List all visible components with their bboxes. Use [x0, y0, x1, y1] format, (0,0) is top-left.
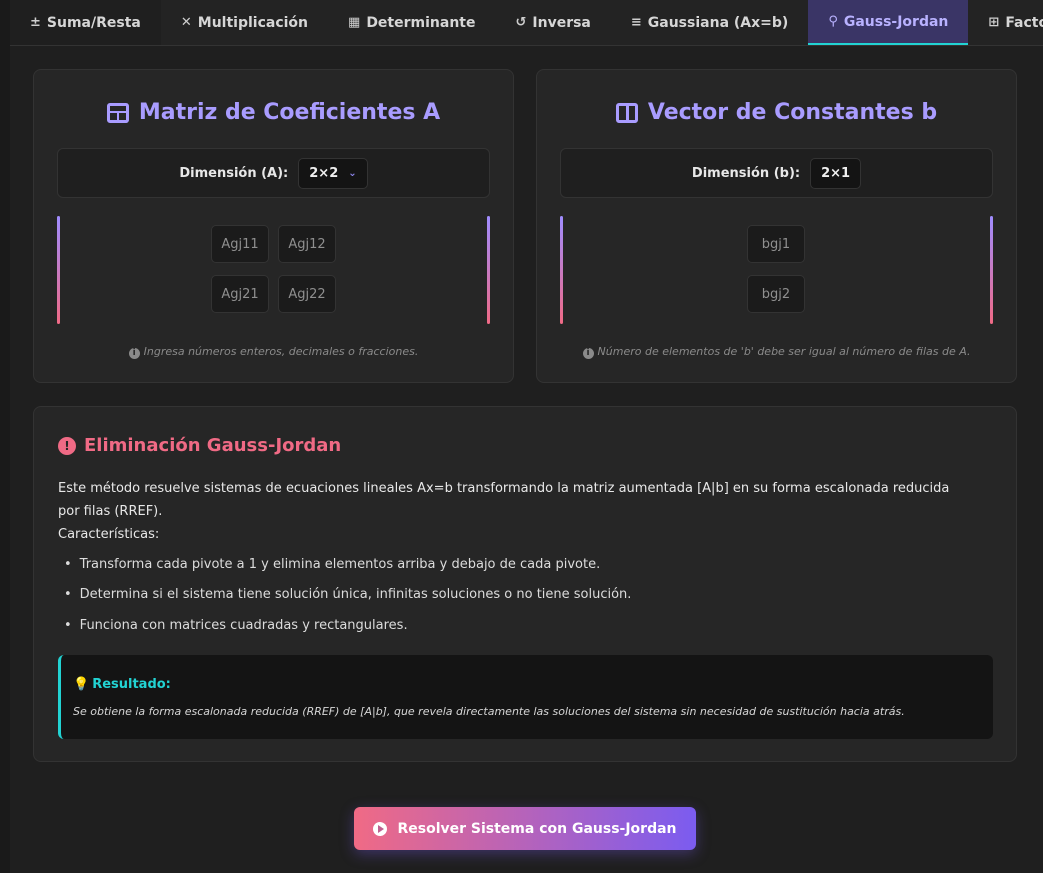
- tab-bar: ± Suma/Resta ✕ Multiplicación ▦ Determin…: [10, 0, 1043, 46]
- tab-determinante[interactable]: ▦ Determinante: [328, 0, 496, 45]
- result-text: Se obtiene la forma escalonada reducida …: [73, 705, 905, 718]
- result-box: 💡 Resultado: Se obtiene la forma escalon…: [58, 655, 993, 739]
- method-description: Este método resuelve sistemas de ecuacio…: [58, 477, 958, 546]
- method-info-card: ! Eliminación Gauss-Jordan Este método r…: [33, 406, 1017, 762]
- hint-text: Número de elementos de 'b' debe ser igua…: [597, 345, 971, 358]
- tab-gauss-jordan[interactable]: ⚲ Gauss-Jordan: [808, 0, 969, 45]
- dimension-value: 2×1: [821, 165, 851, 181]
- play-circle-icon: [373, 821, 388, 836]
- matrix-a-cell-21[interactable]: Agj21: [211, 275, 269, 313]
- vector-b-card: Vector de Constantes b Dimensión (b): 2×…: [536, 69, 1017, 383]
- vector-b-dimension-bar: Dimensión (b): 2×1: [560, 148, 993, 198]
- tab-label: Gaussiana (Ax=b): [647, 14, 789, 31]
- hint-text: Ingresa números enteros, decimales o fra…: [143, 345, 419, 358]
- lightbulb-icon: 💡: [73, 677, 90, 692]
- table-icon: ⊞: [988, 15, 1000, 30]
- exclamation-circle-icon: !: [58, 436, 76, 455]
- chevron-down-icon: ⌄: [348, 167, 357, 179]
- vector-b-title-text: Vector de Constantes b: [647, 100, 938, 125]
- matrix-a-dimension-select[interactable]: 2×2 ⌄: [298, 157, 368, 189]
- tab-label: Determinante: [366, 14, 476, 31]
- vector-b-title: Vector de Constantes b: [537, 100, 1016, 125]
- plus-minus-icon: ±: [30, 15, 41, 30]
- columns-icon: [615, 102, 638, 123]
- info-circle-icon: i: [582, 348, 594, 359]
- tab-multiplicacion[interactable]: ✕ Multiplicación: [160, 0, 329, 45]
- undo-icon: ↺: [515, 15, 527, 30]
- vector-b-cell-1[interactable]: bgj1: [747, 225, 805, 263]
- matrix-a-hint: i Ingresa números enteros, decimales o fr…: [34, 345, 513, 359]
- table-icon: [106, 102, 129, 123]
- tab-label: Inversa: [532, 14, 591, 31]
- vector-b-hint: i Número de elementos de 'b' debe ser igu…: [537, 345, 1016, 359]
- matrix-a-title: Matriz de Coeficientes A: [34, 100, 513, 125]
- matrix-a-card: Matriz de Coeficientes A Dimensión (A): …: [33, 69, 514, 383]
- feature-item: Determina si el sistema tiene solución ú…: [64, 587, 632, 602]
- vector-right-bracket: [990, 216, 993, 324]
- description-text: Este método resuelve sistemas de ecuacio…: [58, 481, 950, 519]
- solve-gauss-jordan-button[interactable]: Resolver Sistema con Gauss-Jordan: [354, 807, 696, 850]
- matrix-a-cell-22[interactable]: Agj22: [278, 275, 336, 313]
- sitemap-icon: ⚲: [828, 14, 838, 29]
- method-info-title-text: Eliminación Gauss-Jordan: [84, 435, 342, 456]
- times-icon: ✕: [180, 15, 192, 30]
- tab-suma-resta[interactable]: ± Suma/Resta: [10, 0, 161, 45]
- dimension-label: Dimensión (b):: [691, 165, 801, 181]
- tab-gaussiana[interactable]: ≡ Gaussiana (Ax=b): [610, 0, 809, 45]
- feature-item: Transforma cada pivote a 1 y elimina ele…: [64, 557, 601, 572]
- tab-inversa[interactable]: ↺ Inversa: [495, 0, 611, 45]
- features-label: Características:: [58, 527, 160, 542]
- method-info-title: ! Eliminación Gauss-Jordan: [58, 435, 341, 456]
- matrix-a-title-text: Matriz de Coeficientes A: [138, 100, 441, 125]
- result-title-text: Resultado:: [92, 677, 171, 692]
- dimension-label: Dimensión (A):: [179, 165, 289, 181]
- matrix-left-bracket: [57, 216, 60, 324]
- matrix-right-bracket: [487, 216, 490, 324]
- solve-button-label: Resolver Sistema con Gauss-Jordan: [397, 820, 677, 837]
- calculator-icon: ▦: [348, 15, 361, 30]
- dimension-value: 2×2: [309, 165, 339, 181]
- matrix-a-cell-11[interactable]: Agj11: [211, 225, 269, 263]
- feature-item: Funciona con matrices cuadradas y rectan…: [64, 618, 408, 633]
- vector-b-cell-2[interactable]: bgj2: [747, 275, 805, 313]
- tab-label: Gauss-Jordan: [843, 13, 949, 30]
- matrix-a-cell-12[interactable]: Agj12: [278, 225, 336, 263]
- tab-label: Suma/Resta: [46, 14, 141, 31]
- equals-icon: ≡: [630, 15, 642, 30]
- vector-b-dimension-display: 2×1: [810, 157, 862, 189]
- vector-left-bracket: [560, 216, 563, 324]
- tab-label: Facto: [1005, 14, 1043, 31]
- tab-label: Multiplicación: [197, 14, 309, 31]
- result-title: 💡 Resultado:: [73, 677, 171, 692]
- matrix-a-dimension-bar: Dimensión (A): 2×2 ⌄: [57, 148, 490, 198]
- tab-factorizacion[interactable]: ⊞ Facto: [968, 0, 1043, 45]
- info-circle-icon: i: [128, 348, 140, 359]
